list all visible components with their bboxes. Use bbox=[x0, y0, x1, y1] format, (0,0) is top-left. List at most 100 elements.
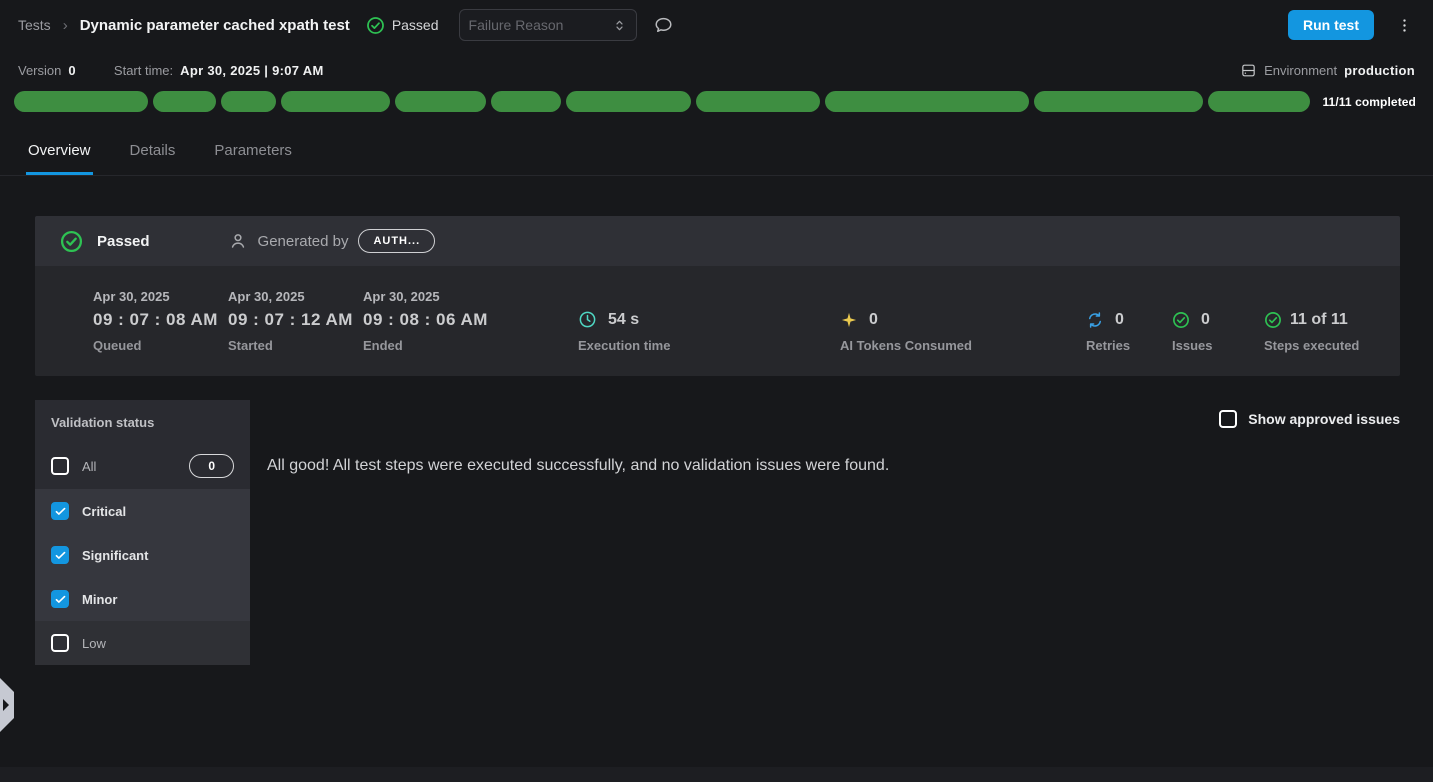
checkbox-significant[interactable] bbox=[51, 546, 69, 564]
all-good-message: All good! All test steps were executed s… bbox=[267, 457, 1400, 475]
passed-check-icon bbox=[366, 16, 385, 35]
checkbox-minor[interactable] bbox=[51, 590, 69, 608]
progress-segment bbox=[491, 91, 561, 112]
breadcrumb-tests[interactable]: Tests bbox=[18, 17, 51, 33]
checkbox-show-approved[interactable] bbox=[1219, 410, 1237, 428]
summary-card: Passed Generated by AUTH... Apr 30, 2025… bbox=[35, 216, 1400, 376]
progress-segment bbox=[221, 91, 276, 112]
filter-label-low: Low bbox=[82, 636, 106, 651]
clock-icon bbox=[578, 310, 597, 329]
check-circle-icon bbox=[1172, 311, 1190, 329]
ended-date: Apr 30, 2025 bbox=[363, 288, 498, 306]
status-badge: Passed bbox=[366, 16, 439, 35]
tab-overview[interactable]: Overview bbox=[26, 132, 93, 175]
summary-status-label: Passed bbox=[97, 233, 150, 250]
progress-segment bbox=[566, 91, 691, 112]
page-title: Dynamic parameter cached xpath test bbox=[80, 17, 350, 34]
timestamp-ended: Apr 30, 2025 09 : 08 : 06 AM Ended bbox=[363, 288, 498, 376]
progress-segment bbox=[825, 91, 1029, 112]
filter-row-significant[interactable]: Significant bbox=[35, 533, 250, 577]
filter-row-all[interactable]: All 0 bbox=[35, 443, 250, 489]
filter-row-minor[interactable]: Minor bbox=[35, 577, 250, 621]
checkbox-critical[interactable] bbox=[51, 502, 69, 520]
validation-status-panel: Validation status All 0 Critical Signifi… bbox=[35, 400, 250, 665]
version-value: 0 bbox=[68, 63, 76, 78]
progress-row: 11/11 completed bbox=[14, 91, 1416, 112]
retries-label: Retries bbox=[1086, 334, 1156, 358]
ai-tokens-value: 0 bbox=[869, 306, 878, 333]
filter-label-significant: Significant bbox=[82, 548, 148, 563]
filter-row-critical[interactable]: Critical bbox=[35, 489, 250, 533]
queued-date: Apr 30, 2025 bbox=[93, 288, 228, 306]
ended-label: Ended bbox=[363, 334, 498, 358]
summary-card-header: Passed Generated by AUTH... bbox=[35, 216, 1400, 266]
environment-label: Environment bbox=[1264, 63, 1337, 78]
stat-steps-executed: 11 of 11 Steps executed bbox=[1264, 288, 1394, 376]
passed-check-circle-icon bbox=[60, 230, 83, 253]
validation-status-heading: Validation status bbox=[35, 400, 250, 443]
issues-label: Issues bbox=[1172, 334, 1234, 358]
tab-parameters[interactable]: Parameters bbox=[212, 132, 294, 175]
filter-label-critical: Critical bbox=[82, 504, 126, 519]
progress-segment bbox=[1034, 91, 1203, 112]
steps-executed-label: Steps executed bbox=[1264, 334, 1394, 358]
start-time-value: Apr 30, 2025 | 9:07 AM bbox=[180, 63, 323, 78]
queued-label: Queued bbox=[93, 334, 228, 358]
sidebar-expand-handle[interactable] bbox=[0, 678, 14, 732]
comment-bubble-icon[interactable] bbox=[653, 15, 674, 36]
progress-segment bbox=[696, 91, 820, 112]
issues-section: Validation status All 0 Critical Signifi… bbox=[0, 400, 1433, 665]
timestamp-queued: Apr 30, 2025 09 : 07 : 08 AM Queued bbox=[93, 288, 228, 376]
run-test-button[interactable]: Run test bbox=[1288, 10, 1374, 40]
filter-label-all: All bbox=[82, 459, 96, 474]
refresh-icon bbox=[1086, 311, 1104, 329]
tab-bar: Overview Details Parameters bbox=[0, 132, 1433, 176]
progress-segment bbox=[153, 91, 216, 112]
failure-reason-select[interactable]: Failure Reason bbox=[459, 9, 637, 41]
kebab-menu-icon[interactable] bbox=[1394, 15, 1415, 36]
generated-by-user-pill[interactable]: AUTH... bbox=[358, 229, 435, 253]
issues-value: 0 bbox=[1201, 306, 1210, 333]
timestamp-started: Apr 30, 2025 09 : 07 : 12 AM Started bbox=[228, 288, 363, 376]
top-bar: Tests › Dynamic parameter cached xpath t… bbox=[0, 0, 1433, 50]
issues-content: Show approved issues All good! All test … bbox=[250, 400, 1400, 665]
environment-icon bbox=[1240, 62, 1257, 79]
ended-time: 09 : 08 : 06 AM bbox=[363, 306, 498, 333]
meta-bar: Version 0 Start time: Apr 30, 2025 | 9:0… bbox=[0, 53, 1433, 87]
show-approved-label: Show approved issues bbox=[1248, 411, 1400, 427]
filter-row-low[interactable]: Low bbox=[35, 621, 250, 665]
start-time-label: Start time: bbox=[114, 63, 173, 78]
progress-completed-label: 11/11 completed bbox=[1322, 95, 1416, 109]
status-label: Passed bbox=[392, 17, 439, 33]
filter-label-minor: Minor bbox=[82, 592, 117, 607]
stat-ai-tokens: 0 AI Tokens Consumed bbox=[840, 288, 1010, 376]
checkbox-all[interactable] bbox=[51, 457, 69, 475]
version-label: Version bbox=[18, 63, 61, 78]
steps-executed-value: 11 of 11 bbox=[1290, 306, 1348, 333]
failure-reason-placeholder: Failure Reason bbox=[469, 17, 564, 33]
stat-execution-time: 54 s Execution time bbox=[578, 288, 768, 376]
progress-segment bbox=[281, 91, 390, 112]
execution-time-value: 54 s bbox=[608, 306, 639, 333]
show-approved-issues-toggle[interactable]: Show approved issues bbox=[1219, 410, 1400, 428]
execution-time-label: Execution time bbox=[578, 334, 768, 358]
checkbox-low[interactable] bbox=[51, 634, 69, 652]
progress-segment bbox=[1208, 91, 1310, 112]
progress-bar bbox=[14, 91, 1310, 112]
environment-value: production bbox=[1344, 63, 1415, 78]
ai-tokens-label: AI Tokens Consumed bbox=[840, 334, 1010, 358]
check-circle-icon bbox=[1264, 311, 1282, 329]
select-stepper-icon bbox=[612, 18, 627, 33]
progress-segment bbox=[14, 91, 148, 112]
retries-value: 0 bbox=[1115, 306, 1124, 333]
started-date: Apr 30, 2025 bbox=[228, 288, 363, 306]
all-count-pill[interactable]: 0 bbox=[189, 454, 234, 478]
sparkle-icon bbox=[840, 311, 858, 329]
queued-time: 09 : 07 : 08 AM bbox=[93, 306, 228, 333]
tab-details[interactable]: Details bbox=[128, 132, 178, 175]
generated-by-label: Generated by bbox=[258, 233, 349, 250]
stat-retries: 0 Retries bbox=[1086, 288, 1156, 376]
stat-issues: 0 Issues bbox=[1172, 288, 1234, 376]
progress-segment bbox=[395, 91, 485, 112]
person-icon bbox=[228, 231, 248, 251]
